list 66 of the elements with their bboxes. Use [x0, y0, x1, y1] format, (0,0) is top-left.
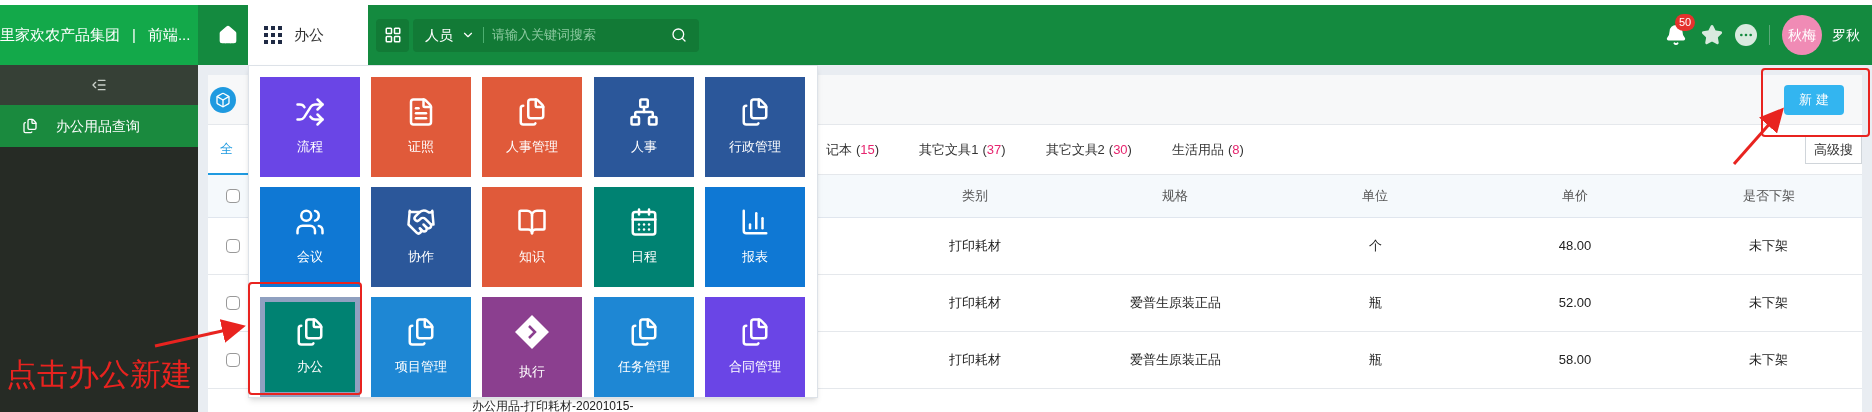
filter-tab[interactable]: 生活用品 (8)	[1171, 124, 1244, 175]
module-tile[interactable]: 会议	[260, 187, 360, 287]
table-cell-text: 未下架	[1749, 237, 1788, 256]
module-tile[interactable]: 项目管理	[371, 297, 472, 397]
notification-badge: 50	[1675, 14, 1696, 31]
table-cell-text: 58.00	[1558, 351, 1592, 370]
module-tile[interactable]: 知识	[482, 187, 583, 287]
module-menu-trigger[interactable]: 办公	[248, 5, 368, 65]
column-header: 单价	[1561, 187, 1589, 206]
table-cell-text: 个	[1368, 237, 1382, 256]
module-tile[interactable]: 证照	[371, 77, 472, 177]
module-tile[interactable]: 日程	[593, 187, 694, 287]
column-header: 单位	[1361, 187, 1389, 206]
filter-tab[interactable]: 记本 (15)	[826, 124, 880, 175]
module-tile[interactable]: 执行	[482, 297, 583, 397]
apps-icon	[383, 26, 402, 44]
search-placeholder: 请输入关键词搜索	[492, 26, 597, 45]
documents-icon	[22, 118, 38, 134]
sidebar-item[interactable]: 办公用品查询	[0, 105, 198, 147]
column-header: 规格	[1161, 187, 1189, 206]
collapse-icon[interactable]	[91, 77, 107, 93]
table-cell-text: 未下架	[1749, 294, 1788, 313]
row-checkbox[interactable]	[226, 296, 240, 310]
advanced-search-button[interactable]: 高级搜	[1805, 135, 1862, 164]
user-name[interactable]: 罗秋	[1832, 24, 1872, 46]
table-cell-text: 52.00	[1558, 294, 1592, 313]
filter-tab[interactable]: 其它文具1 (37)	[919, 124, 1006, 175]
table-cell-text: 瓶	[1368, 351, 1382, 370]
table-cell-text: 爱普生原装正品	[1129, 351, 1221, 370]
table-cell-text: 48.00	[1558, 237, 1592, 256]
column-header: 是否下架	[1741, 187, 1796, 206]
search-field[interactable]: 人员 请输入关键词搜索	[413, 18, 699, 52]
table-cell-text: 打印耗材	[949, 237, 1001, 256]
module-tile[interactable]: 流程	[260, 77, 360, 177]
company-name: 里家欢农产品集团	[0, 24, 120, 45]
brand-separator: |	[132, 24, 136, 45]
star-icon[interactable]	[1701, 24, 1723, 46]
table-cell-text: 未下架	[1749, 351, 1788, 370]
grid-icon	[264, 26, 282, 44]
module-tile[interactable]: 报表	[704, 187, 805, 287]
annotation-arrow	[1732, 107, 1784, 165]
column-header: 类别	[961, 187, 989, 206]
filter-tab[interactable]: 其它文具2 (30)	[1045, 124, 1132, 175]
module-tile[interactable]: 合同管理	[704, 297, 805, 397]
app-name: 前端...	[147, 24, 191, 45]
more-icon[interactable]	[1735, 24, 1757, 46]
module-tile[interactable]: 人事管理	[482, 77, 583, 177]
table-cell-text: 打印耗材	[949, 294, 1001, 313]
table-cell-text: 打印耗材	[949, 351, 1001, 370]
row-checkbox[interactable]	[226, 239, 240, 253]
bell-icon[interactable]	[1665, 24, 1687, 46]
annotation-text: 点击办公新建	[6, 356, 192, 394]
search-icon[interactable]	[671, 27, 687, 43]
module-tile[interactable]: 任务管理	[593, 297, 694, 397]
row-checkbox[interactable]	[226, 353, 240, 367]
module-tile[interactable]: 协作	[371, 187, 472, 287]
module-tile[interactable]: 人事	[593, 77, 694, 177]
table-cell: 办公用品-打印耗材-20201015-	[472, 400, 634, 412]
table-cell-text: 瓶	[1368, 294, 1382, 313]
select-all-checkbox[interactable]	[226, 189, 240, 203]
table-cell-text: 爱普生原装正品	[1129, 294, 1221, 313]
module-tile[interactable]: 办公	[260, 297, 360, 397]
home-icon[interactable]	[218, 25, 238, 45]
apps-button[interactable]	[376, 18, 409, 52]
module-tile[interactable]: 行政管理	[704, 77, 805, 177]
search-scope[interactable]: 人员	[425, 24, 475, 46]
